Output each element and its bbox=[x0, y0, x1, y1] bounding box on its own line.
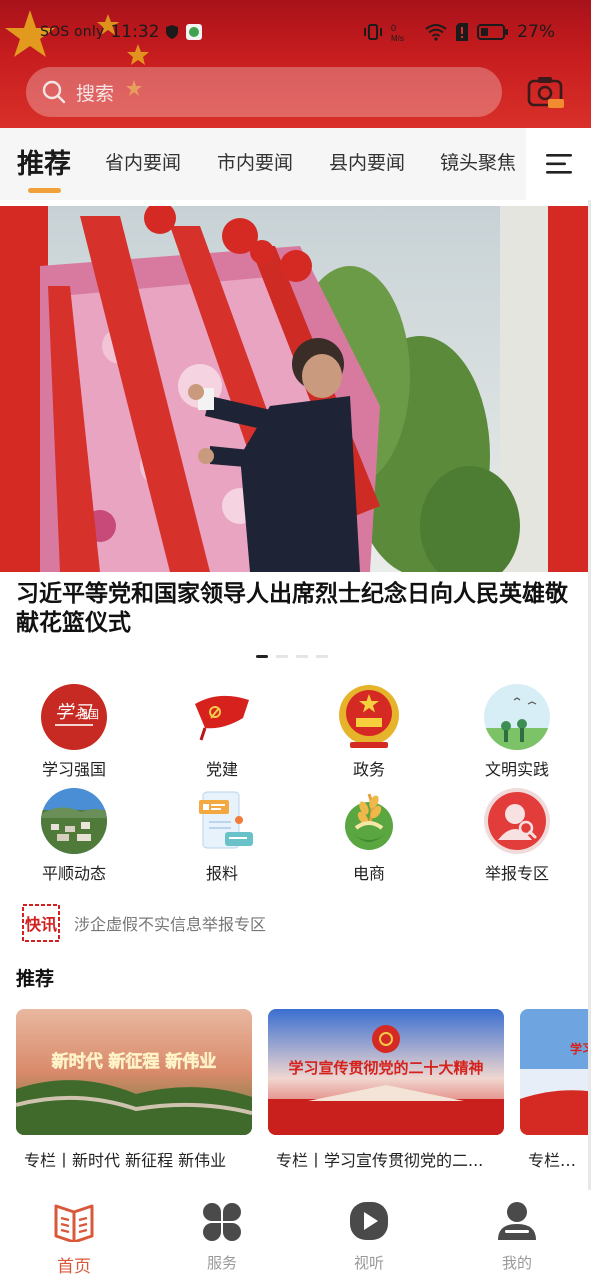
quick-link-xuexi[interactable]: 学习 强国 学习强国 bbox=[14, 684, 134, 784]
quick-link-label: 党建 bbox=[205, 760, 238, 779]
tab-lens-focus[interactable]: 镜头聚焦 bbox=[440, 148, 516, 175]
recommend-section-title: 推荐 bbox=[16, 968, 55, 990]
quick-link-government[interactable]: 政务 bbox=[309, 684, 429, 784]
quick-link-tip-off[interactable]: 报料 bbox=[162, 788, 282, 888]
tab-menu-button[interactable] bbox=[526, 128, 591, 200]
card-image-text: 学习宣传贯彻党的二十大精神 bbox=[288, 1059, 483, 1077]
national-emblem-icon bbox=[339, 685, 399, 748]
scan-button[interactable] bbox=[526, 74, 566, 110]
recommend-card-image: 新时代 新征程 新伟业 bbox=[16, 1009, 252, 1135]
recommend-card-label: 专栏丨新时代 新征程 新伟业 bbox=[24, 1151, 227, 1170]
carousel-dot-active bbox=[256, 655, 268, 658]
headline-title[interactable]: 习近平等党和国家领导人出席烈士纪念日向人民英雄敬献花篮仪式 bbox=[16, 580, 582, 638]
hamburger-menu-icon bbox=[545, 154, 572, 174]
user-profile-icon bbox=[498, 1202, 536, 1240]
quick-link-label: 电商 bbox=[352, 864, 385, 883]
quick-link-label: 平顺动态 bbox=[41, 864, 106, 883]
tab-city-news[interactable]: 市内要闻 bbox=[217, 148, 293, 175]
flash-news-text: 涉企虚假不实信息举报专区 bbox=[74, 915, 267, 934]
battery-percent: 27% bbox=[517, 22, 555, 42]
quick-link-pingshun-news[interactable]: 平顺动态 bbox=[14, 788, 134, 888]
svg-text:0: 0 bbox=[391, 23, 396, 33]
quick-link-label: 政务 bbox=[352, 760, 385, 779]
recommend-card-label: 专栏丨学习 bbox=[528, 1151, 591, 1170]
quick-link-report-zone[interactable]: 举报专区 bbox=[457, 788, 577, 888]
app-header: SOS only 11:32 0 M/s 27% 搜索 bbox=[0, 0, 591, 128]
status-bar: SOS only 11:32 0 M/s 27% bbox=[0, 16, 591, 50]
quick-link-label: 学习强国 bbox=[41, 760, 106, 779]
quick-link-label: 文明实践 bbox=[484, 760, 549, 779]
xuexi-qiangguo-icon: 学习 强国 bbox=[41, 684, 107, 750]
tab-county-news[interactable]: 县内要闻 bbox=[329, 148, 405, 175]
home-book-icon bbox=[54, 1204, 94, 1242]
svg-text:M/s: M/s bbox=[391, 34, 404, 42]
search-input[interactable]: 搜索 bbox=[26, 67, 502, 117]
bottom-navigation: 首页 服务 视听 我的 bbox=[0, 1190, 591, 1280]
nav-services-label: 服务 bbox=[206, 1254, 237, 1272]
quick-link-civilization-practice[interactable]: 文明实践 bbox=[457, 684, 577, 784]
services-grid-icon bbox=[202, 1202, 242, 1242]
nav-video-label: 视听 bbox=[353, 1254, 384, 1272]
search-icon bbox=[42, 80, 66, 104]
tab-recommend[interactable]: 推荐 bbox=[17, 142, 71, 181]
banner-photo bbox=[0, 206, 591, 572]
headline-banner-image[interactable] bbox=[0, 206, 591, 572]
town-landscape-icon bbox=[41, 788, 107, 854]
wifi-icon bbox=[425, 24, 447, 41]
recommend-card-image: 学习 在省部级 bbox=[520, 1009, 591, 1135]
battery-icon bbox=[477, 24, 509, 40]
carousel-dot bbox=[276, 655, 288, 658]
vibrate-icon bbox=[364, 24, 383, 40]
tab-province-news[interactable]: 省内要闻 bbox=[105, 148, 181, 175]
nav-home[interactable]: 首页 bbox=[24, 1200, 124, 1278]
category-tabs: 推荐 省内要闻 市内要闻 县内要闻 镜头聚焦 bbox=[0, 128, 591, 200]
nav-profile-label: 我的 bbox=[501, 1254, 532, 1272]
recommend-card[interactable]: 新时代 新征程 新伟业 专栏丨新时代 新征程 新伟业 bbox=[16, 1009, 252, 1171]
nav-home-label: 首页 bbox=[57, 1257, 91, 1277]
active-tab-indicator bbox=[28, 188, 61, 193]
recommend-card-image: 学习宣传贯彻党的二十大精神 bbox=[268, 1009, 504, 1135]
quick-link-label: 报料 bbox=[205, 864, 238, 883]
flash-news-badge: 快讯 bbox=[22, 904, 60, 942]
recommend-card-label: 专栏丨学习宣传贯彻党的二... bbox=[276, 1151, 484, 1170]
app-notification-icon bbox=[186, 24, 203, 40]
carousel-dot bbox=[296, 655, 308, 658]
sim-alert-icon bbox=[456, 23, 469, 41]
card-image-text: 新时代 新征程 新伟业 bbox=[52, 1051, 217, 1072]
nav-profile[interactable]: 我的 bbox=[467, 1200, 567, 1278]
report-document-icon bbox=[199, 791, 253, 849]
data-speed-icon: 0M/s bbox=[391, 23, 404, 42]
quick-link-ecommerce[interactable]: 电商 bbox=[309, 788, 429, 888]
wheat-ecommerce-icon bbox=[345, 793, 393, 850]
carousel-indicator bbox=[256, 655, 328, 658]
tab-scroller[interactable]: 推荐 省内要闻 市内要闻 县内要闻 镜头聚焦 bbox=[0, 128, 526, 200]
quick-link-party-building[interactable]: 党建 bbox=[162, 684, 282, 784]
clock: 11:32 bbox=[110, 22, 160, 42]
nav-video[interactable]: 视听 bbox=[319, 1200, 419, 1278]
party-flag-icon bbox=[195, 695, 249, 741]
flash-news-badge-text: 快讯 bbox=[25, 915, 57, 934]
carousel-dot bbox=[316, 655, 328, 658]
quick-link-label: 举报专区 bbox=[484, 864, 549, 883]
svg-text:强国: 强国 bbox=[77, 708, 99, 721]
carrier-status: SOS only bbox=[40, 24, 105, 40]
flash-news-bar[interactable]: 快讯 涉企虚假不实信息举报专区 bbox=[22, 903, 266, 943]
recommend-card[interactable]: 学习 在省部级 专栏丨学习 bbox=[520, 1009, 591, 1171]
camera-scan-icon bbox=[527, 77, 564, 108]
nav-services[interactable]: 服务 bbox=[172, 1200, 272, 1278]
civilization-practice-icon bbox=[484, 684, 550, 750]
video-play-icon bbox=[350, 1202, 388, 1240]
shield-status-icon bbox=[166, 25, 179, 39]
report-person-icon bbox=[484, 788, 550, 854]
recommend-card[interactable]: 学习宣传贯彻党的二十大精神 专栏丨学习宣传贯彻党的二... bbox=[268, 1009, 504, 1171]
search-placeholder: 搜索 bbox=[76, 82, 115, 105]
